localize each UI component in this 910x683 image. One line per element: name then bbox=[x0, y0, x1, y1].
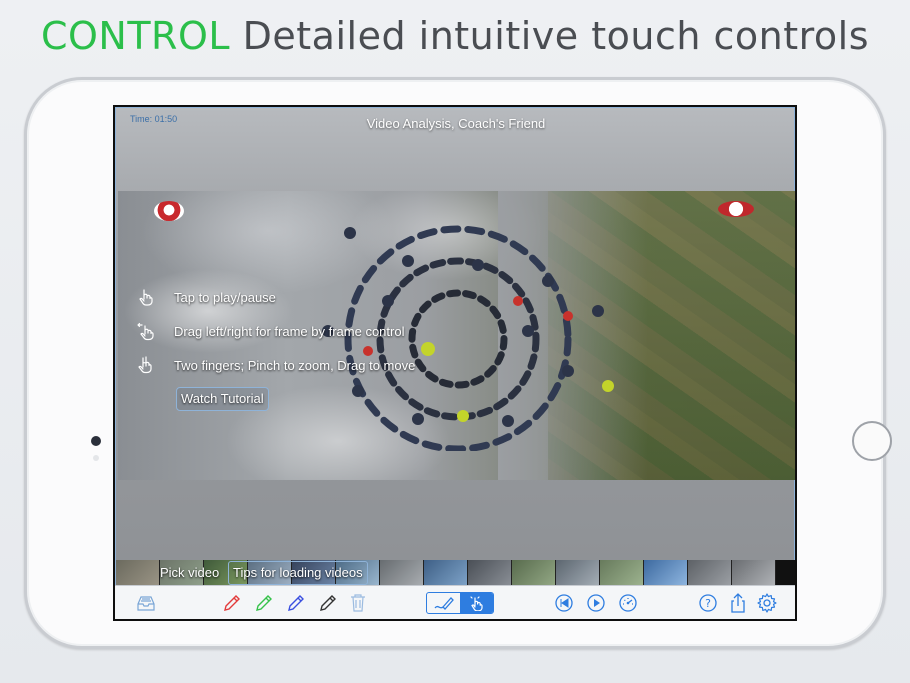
headline: CONTROL Detailed intuitive touch control… bbox=[0, 14, 910, 58]
mode-selector bbox=[426, 592, 494, 614]
pencil-blue-icon[interactable] bbox=[285, 592, 307, 614]
filmstrip-thumb[interactable] bbox=[116, 560, 160, 586]
tip-pinch: Two fingers; Pinch to zoom, Drag to move bbox=[136, 355, 415, 375]
pick-video-button[interactable]: Pick video bbox=[160, 562, 219, 584]
tip-tap-text: Tap to play/pause bbox=[174, 289, 276, 305]
speed-dial-icon[interactable] bbox=[617, 592, 639, 614]
sponsor-logo-right bbox=[718, 201, 754, 217]
help-icon[interactable]: ? bbox=[697, 592, 719, 614]
video-filmstrip[interactable]: Pick video Tips for loading videos bbox=[116, 560, 795, 586]
headline-text: Detailed intuitive touch controls bbox=[242, 14, 870, 58]
tips-loading-videos-button[interactable]: Tips for loading videos bbox=[228, 561, 368, 585]
tip-drag: Drag left/right for frame by frame contr… bbox=[136, 321, 404, 341]
light-sensor bbox=[93, 455, 99, 461]
headline-accent: CONTROL bbox=[40, 14, 231, 58]
tip-drag-text: Drag left/right for frame by frame contr… bbox=[174, 323, 405, 339]
pencil-red-icon[interactable] bbox=[221, 592, 243, 614]
tip-pinch-text: Two fingers; Pinch to zoom, Drag to move bbox=[174, 357, 416, 373]
filmstrip-thumb[interactable] bbox=[600, 560, 644, 586]
bottom-toolbar: ? bbox=[115, 585, 795, 619]
trash-icon[interactable] bbox=[347, 592, 369, 614]
filmstrip-thumb[interactable] bbox=[468, 560, 512, 586]
filmstrip-thumb[interactable] bbox=[380, 560, 424, 586]
ipad-screen: Time: 01:50 Video Analysis, Coach's Frie… bbox=[113, 105, 797, 621]
inbox-tray-icon[interactable] bbox=[135, 592, 157, 614]
touch-mode-icon[interactable] bbox=[460, 593, 493, 613]
watch-tutorial-button[interactable]: Watch Tutorial bbox=[176, 387, 269, 411]
skip-back-icon[interactable] bbox=[553, 592, 575, 614]
filmstrip-thumb[interactable] bbox=[732, 560, 776, 586]
svg-text:?: ? bbox=[705, 597, 711, 610]
tap-hand-icon bbox=[139, 289, 153, 306]
filmstrip-thumb[interactable] bbox=[556, 560, 600, 586]
settings-gear-icon[interactable] bbox=[756, 592, 778, 614]
filmstrip-thumb[interactable] bbox=[424, 560, 468, 586]
share-icon[interactable] bbox=[727, 592, 749, 614]
pencil-black-icon[interactable] bbox=[317, 592, 339, 614]
video-player[interactable]: Tap to play/pause Drag left/right for fr… bbox=[118, 191, 795, 480]
app-title: Video Analysis, Coach's Friend bbox=[366, 116, 546, 131]
pinch-hand-icon bbox=[138, 356, 152, 374]
pencil-green-icon[interactable] bbox=[253, 592, 275, 614]
front-camera bbox=[91, 436, 101, 446]
home-button[interactable] bbox=[852, 421, 892, 461]
filmstrip-thumb[interactable] bbox=[512, 560, 556, 586]
filmstrip-thumb[interactable] bbox=[776, 560, 795, 586]
drag-hand-icon bbox=[137, 322, 154, 341]
draw-mode-icon[interactable] bbox=[427, 593, 460, 613]
tip-tap: Tap to play/pause bbox=[136, 287, 276, 307]
filmstrip-thumb[interactable] bbox=[688, 560, 732, 586]
video-analysis-app: Time: 01:50 Video Analysis, Coach's Frie… bbox=[115, 107, 795, 586]
filmstrip-thumb[interactable] bbox=[644, 560, 688, 586]
play-icon[interactable] bbox=[585, 592, 607, 614]
sponsor-logo-left bbox=[154, 201, 184, 221]
